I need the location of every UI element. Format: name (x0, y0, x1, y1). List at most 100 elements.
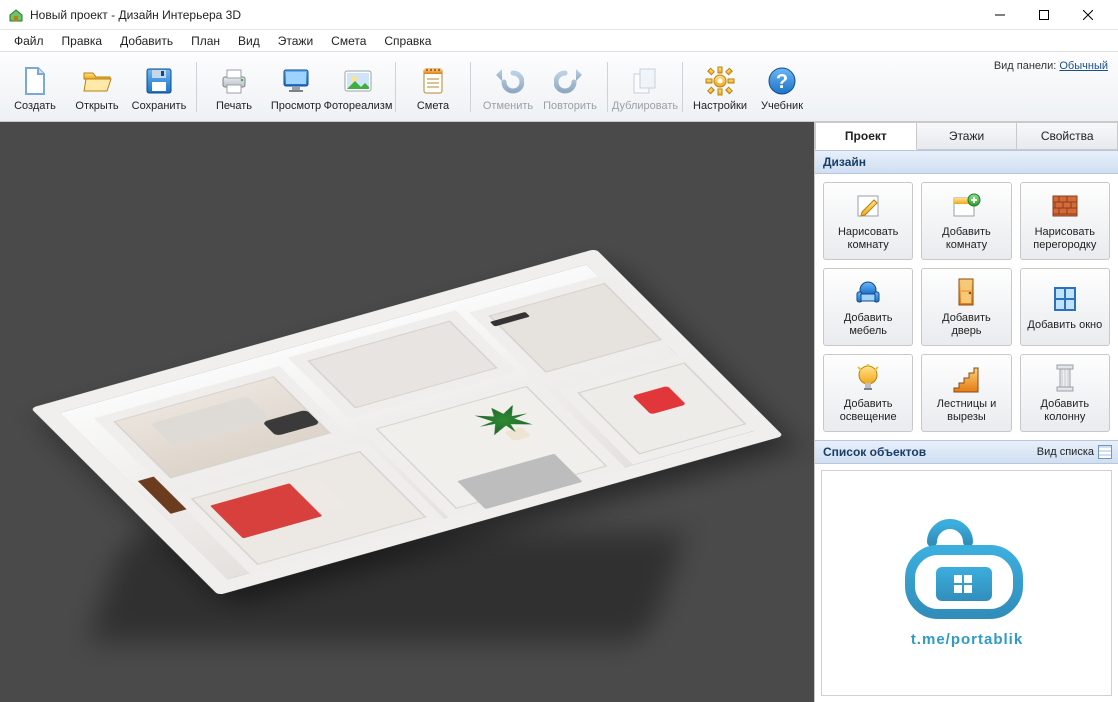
floppy-icon (143, 65, 175, 97)
toolbar-label: Повторить (543, 101, 597, 112)
toolbar-label: Отменить (483, 101, 533, 112)
toolbar-label: Смета (417, 101, 449, 112)
duplicate-icon (629, 65, 661, 97)
door-icon (950, 276, 982, 308)
photoreal-button[interactable]: Фотореализм (327, 56, 389, 118)
toolbar-separator (607, 62, 608, 112)
viewport-3d[interactable] (0, 122, 814, 702)
panel-mode-label: Вид панели: (994, 60, 1056, 72)
redo-icon (554, 65, 586, 97)
design-section-header: Дизайн (815, 150, 1118, 174)
brick-wall-icon (1049, 190, 1081, 222)
printer-icon (218, 65, 250, 97)
menu-план[interactable]: План (183, 32, 228, 50)
toolbar-label: Создать (14, 101, 56, 112)
floor-plan-model (47, 162, 767, 662)
toolbar-label: Учебник (761, 101, 803, 112)
menu-смета[interactable]: Смета (323, 32, 374, 50)
toolbar-label: Фотореализм (324, 101, 393, 112)
toolbar-label: Печать (216, 101, 252, 112)
toolbar-label: Сохранить (132, 101, 187, 112)
window-minimize-button[interactable] (978, 0, 1022, 30)
design-button-label: Добавить освещение (828, 398, 908, 423)
undo-button: Отменить (477, 56, 539, 118)
folder-open-icon (81, 65, 113, 97)
add-room-icon (950, 190, 982, 222)
draw-room-button[interactable]: Нарисовать комнату (823, 182, 913, 260)
objects-list-title: Список объектов (823, 445, 926, 459)
menu-этажи[interactable]: Этажи (270, 32, 321, 50)
design-button-label: Добавить окно (1027, 319, 1102, 332)
preview-button[interactable]: Просмотр (265, 56, 327, 118)
stairs-icon (950, 362, 982, 394)
tutorial-button[interactable]: Учебник (751, 56, 813, 118)
redo-button: Повторить (539, 56, 601, 118)
toolbar-separator (470, 62, 471, 112)
add-furniture-button[interactable]: Добавить мебель (823, 268, 913, 346)
design-button-label: Нарисовать комнату (828, 226, 908, 251)
side-panel: ПроектЭтажиСвойства Дизайн Нарисовать ко… (814, 122, 1118, 702)
help-icon (766, 65, 798, 97)
lightbulb-icon (852, 362, 884, 394)
design-button-label: Добавить колонну (1025, 398, 1105, 423)
watermark-text: t.me/portablik (910, 631, 1022, 648)
side-panel-tabs: ПроектЭтажиСвойства (815, 122, 1118, 150)
column-icon (1049, 362, 1081, 394)
add-column-button[interactable]: Добавить колонну (1020, 354, 1110, 432)
create-button[interactable]: Создать (4, 56, 66, 118)
toolbar-label: Настройки (693, 101, 747, 112)
window-maximize-button[interactable] (1022, 0, 1066, 30)
gear-icon (704, 65, 736, 97)
app-icon (8, 7, 24, 23)
monitor-icon (280, 65, 312, 97)
add-room-button[interactable]: Добавить комнату (921, 182, 1011, 260)
settings-button[interactable]: Настройки (689, 56, 751, 118)
toolbar-separator (395, 62, 396, 112)
panel-mode-switch: Вид панели: Обычный (994, 60, 1108, 72)
save-button[interactable]: Сохранить (128, 56, 190, 118)
print-button[interactable]: Печать (203, 56, 265, 118)
add-light-button[interactable]: Добавить освещение (823, 354, 913, 432)
titlebar: Новый проект - Дизайн Интерьера 3D (0, 0, 1118, 30)
photo-icon (342, 65, 374, 97)
add-window-button[interactable]: Добавить окно (1020, 268, 1110, 346)
design-button-label: Добавить дверь (926, 312, 1006, 337)
toolbar: СоздатьОткрытьСохранитьПечатьПросмотрФот… (0, 52, 1118, 122)
workspace: ПроектЭтажиСвойства Дизайн Нарисовать ко… (0, 122, 1118, 702)
list-mode-label: Вид списка (1037, 446, 1094, 458)
toolbar-label: Открыть (75, 101, 118, 112)
file-new-icon (19, 65, 51, 97)
design-button-label: Лестницы и вырезы (926, 398, 1006, 423)
menu-справка[interactable]: Справка (376, 32, 439, 50)
design-tools-grid: Нарисовать комнату Добавить комнату Нарисо… (815, 174, 1118, 440)
toolbar-separator (682, 62, 683, 112)
menu-файл[interactable]: Файл (6, 32, 52, 50)
design-button-label: Нарисовать перегородку (1025, 226, 1105, 251)
menubar: ФайлПравкаДобавитьПланВидЭтажиСметаСправ… (0, 30, 1118, 52)
notepad-icon (417, 65, 449, 97)
toolbar-label: Дублировать (612, 101, 678, 112)
draw-partition-button[interactable]: Нарисовать перегородку (1020, 182, 1110, 260)
tab-проект[interactable]: Проект (815, 122, 917, 150)
estimate-button[interactable]: Смета (402, 56, 464, 118)
toolbar-separator (196, 62, 197, 112)
menu-вид[interactable]: Вид (230, 32, 268, 50)
undo-icon (492, 65, 524, 97)
open-button[interactable]: Открыть (66, 56, 128, 118)
duplicate-button: Дублировать (614, 56, 676, 118)
design-button-label: Добавить мебель (828, 312, 908, 337)
panel-mode-link[interactable]: Обычный (1059, 60, 1108, 72)
stairs-cutouts-button[interactable]: Лестницы и вырезы (921, 354, 1011, 432)
menu-правка[interactable]: Правка (54, 32, 111, 50)
objects-list[interactable]: t.me/portablik (821, 470, 1112, 696)
add-door-button[interactable]: Добавить дверь (921, 268, 1011, 346)
tab-свойства[interactable]: Свойства (1017, 122, 1118, 150)
objects-list-header: Список объектов Вид списка (815, 440, 1118, 464)
window-close-button[interactable] (1066, 0, 1110, 30)
armchair-icon (852, 276, 884, 308)
window-title: Новый проект - Дизайн Интерьера 3D (30, 8, 978, 22)
list-mode-icon[interactable] (1098, 445, 1112, 459)
tab-этажи[interactable]: Этажи (917, 122, 1018, 150)
toolbar-label: Просмотр (271, 101, 321, 112)
menu-добавить[interactable]: Добавить (112, 32, 181, 50)
